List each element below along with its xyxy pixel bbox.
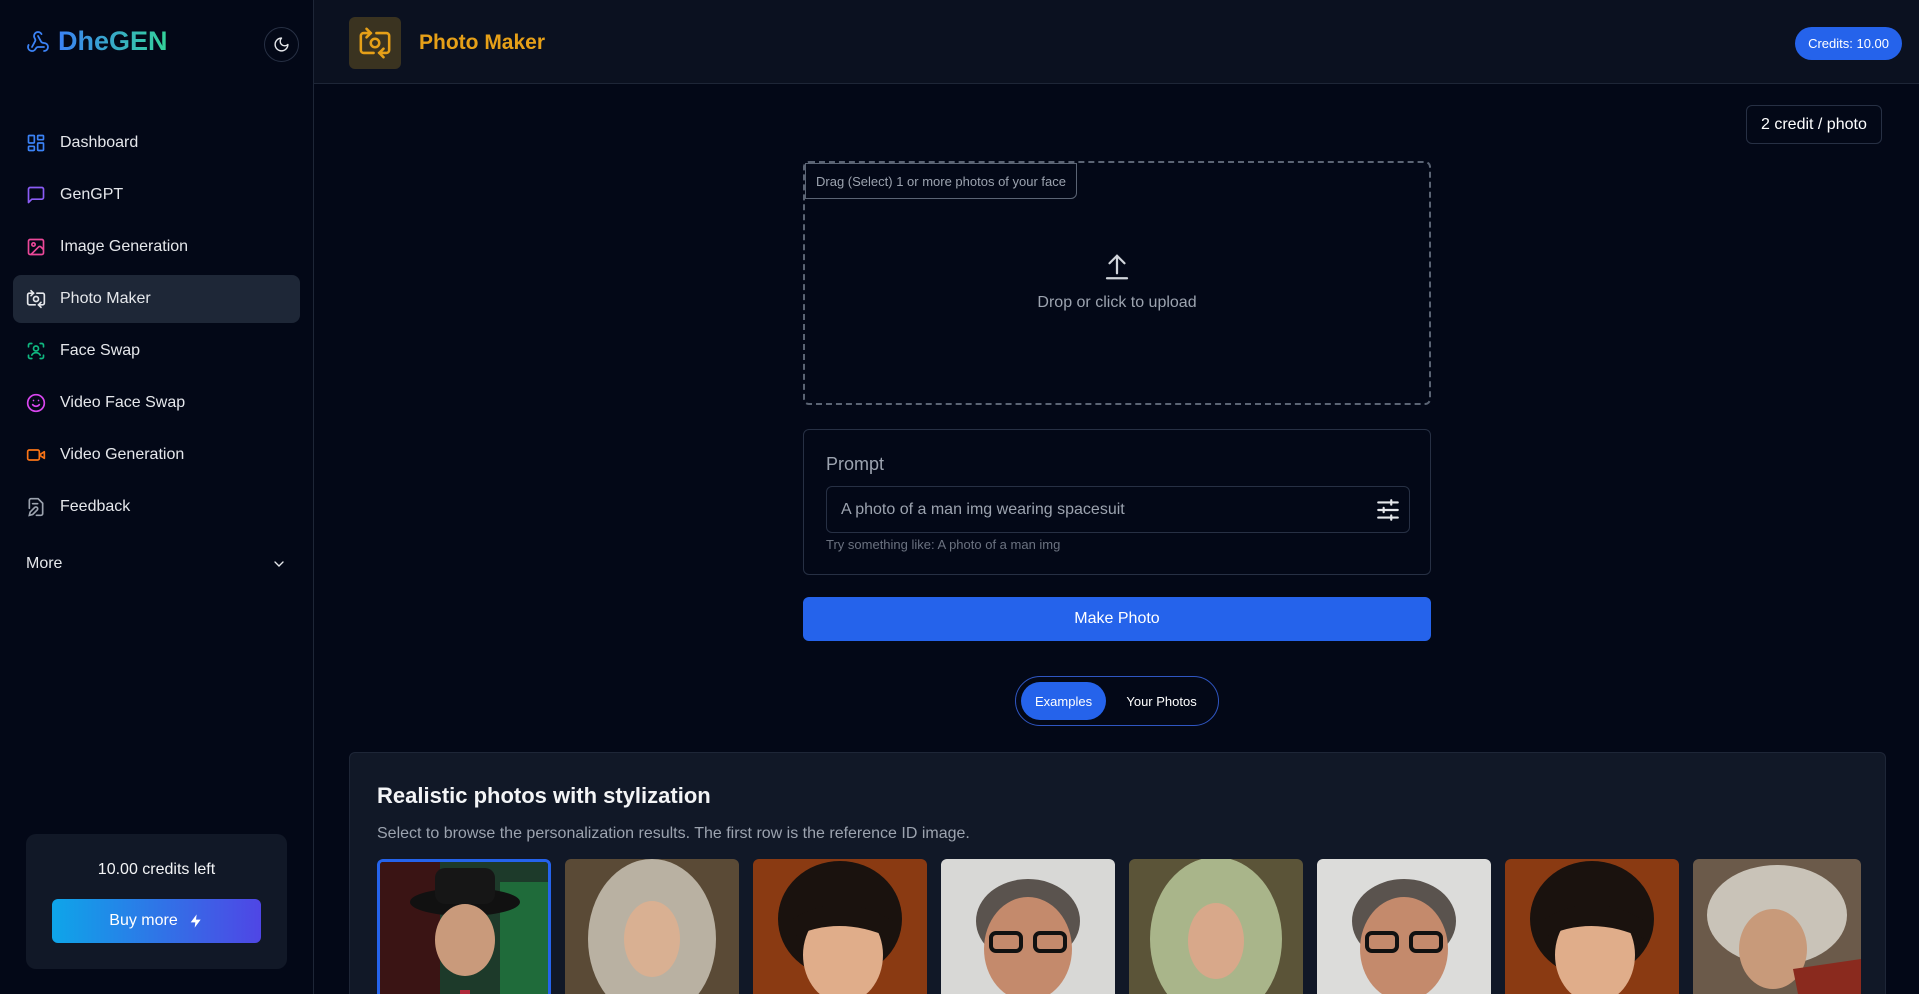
sliders-icon[interactable] — [1375, 497, 1401, 523]
prompt-input[interactable]: A photo of a man img wearing spacesuit — [826, 486, 1410, 533]
prompt-label: Prompt — [826, 454, 885, 474]
moon-icon — [274, 37, 289, 52]
tab-your-photos[interactable]: Your Photos — [1110, 682, 1213, 720]
more-label: More — [26, 555, 63, 572]
more-menu-toggle[interactable]: More — [13, 540, 300, 588]
edit-icon — [26, 497, 46, 517]
logo[interactable]: DheGEN — [26, 26, 168, 57]
sidebar-item-label: Feedback — [60, 498, 131, 515]
example-thumbnail[interactable] — [753, 859, 927, 994]
sidebar-item-label: Photo Maker — [60, 290, 151, 307]
view-toggle: Examples Your Photos — [1015, 676, 1219, 726]
chevron-down-icon — [274, 561, 284, 567]
top-header: Photo Maker Credits: 10.00 — [314, 0, 1919, 84]
app: DheGEN Dashboard GenGPT Image Generation… — [0, 0, 1919, 994]
sidebar-item-photo-maker[interactable]: Photo Maker — [13, 275, 300, 323]
example-thumbnail[interactable] — [565, 859, 739, 994]
tab-examples[interactable]: Examples — [1021, 682, 1107, 720]
sidebar-item-gengpt[interactable]: GenGPT — [13, 171, 300, 219]
sidebar: DheGEN Dashboard GenGPT Image Generation… — [0, 0, 314, 994]
dashboard-icon — [26, 133, 46, 153]
sidebar-nav: Dashboard GenGPT Image Generation Photo … — [13, 119, 300, 535]
examples-panel: Realistic photos with stylization Select… — [349, 752, 1886, 994]
examples-subtitle: Select to browse the personalization res… — [377, 825, 970, 842]
lightning-icon — [190, 914, 201, 928]
sidebar-item-face-swap[interactable]: Face Swap — [13, 327, 300, 375]
example-thumbnail[interactable] — [1129, 859, 1303, 994]
video-icon — [26, 445, 46, 465]
cost-per-photo-badge: 2 credit / photo — [1746, 105, 1882, 144]
sidebar-item-label: Image Generation — [60, 238, 189, 255]
page-title: Photo Maker — [419, 31, 546, 54]
upload-instructions: Drag (Select) 1 or more photos of your f… — [805, 163, 1078, 199]
chat-icon — [26, 185, 46, 205]
photo-maker-icon — [349, 17, 401, 69]
face-scan-icon — [26, 341, 46, 361]
upload-text: Drop or click to upload — [1037, 294, 1197, 311]
example-thumbnail[interactable] — [1505, 859, 1679, 994]
upload-prompt: Drop or click to upload — [805, 251, 1429, 312]
sidebar-item-dashboard[interactable]: Dashboard — [13, 119, 300, 167]
credits-badge[interactable]: Credits: 10.00 — [1795, 27, 1902, 60]
sidebar-item-image-generation[interactable]: Image Generation — [13, 223, 300, 271]
examples-title: Realistic photos with stylization — [377, 783, 711, 808]
sidebar-item-label: Face Swap — [60, 342, 141, 359]
sidebar-item-video-generation[interactable]: Video Generation — [13, 431, 300, 479]
credits-card: 10.00 credits left Buy more — [26, 834, 287, 969]
make-photo-button[interactable]: Make Photo — [803, 597, 1431, 641]
sidebar-item-label: Video Face Swap — [60, 394, 186, 411]
sidebar-item-feedback[interactable]: Feedback — [13, 483, 300, 531]
buy-more-label: Buy more — [109, 912, 178, 929]
image-icon — [26, 237, 46, 257]
theme-toggle-button[interactable] — [264, 27, 299, 62]
upload-icon — [1105, 254, 1129, 280]
sidebar-item-label: Video Generation — [60, 446, 185, 463]
example-thumbnail[interactable] — [941, 859, 1115, 994]
logo-icon — [27, 30, 49, 52]
example-thumbnail[interactable] — [377, 859, 551, 994]
buy-more-button[interactable]: Buy more — [52, 899, 261, 943]
prompt-panel: Prompt A photo of a man img wearing spac… — [803, 429, 1431, 575]
upload-dropzone[interactable]: Drag (Select) 1 or more photos of your f… — [803, 161, 1431, 405]
example-thumbnail[interactable] — [1693, 859, 1861, 994]
example-thumbnails — [377, 859, 1861, 994]
example-thumbnail[interactable] — [1317, 859, 1491, 994]
app-name: DheGEN — [58, 26, 168, 56]
photo-maker-icon — [26, 289, 46, 309]
sidebar-item-label: Dashboard — [60, 134, 139, 151]
prompt-hint: Try something like: A photo of a man img — [826, 537, 1061, 552]
sidebar-item-label: GenGPT — [60, 186, 124, 203]
sidebar-item-video-face-swap[interactable]: Video Face Swap — [13, 379, 300, 427]
prompt-value: A photo of a man img wearing spacesuit — [841, 500, 1125, 518]
smile-icon — [26, 393, 46, 413]
credits-left-text: 10.00 credits left — [97, 861, 216, 878]
